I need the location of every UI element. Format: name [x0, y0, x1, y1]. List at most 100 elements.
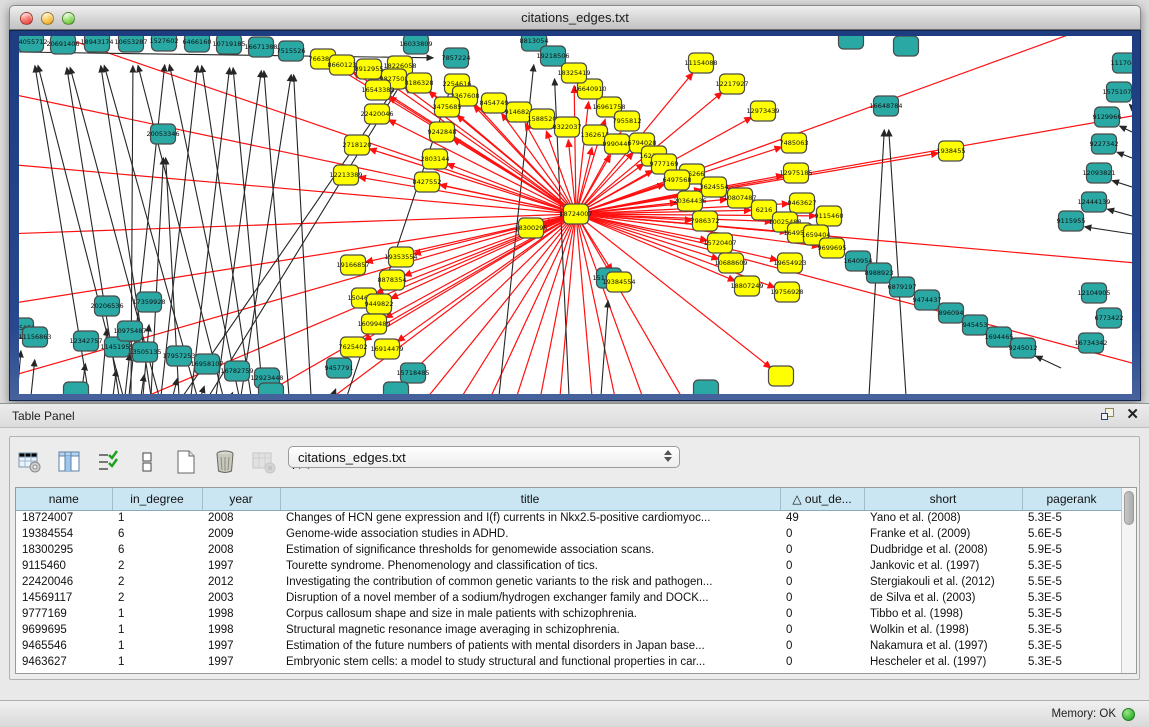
network-node[interactable]: 17359928: [132, 292, 165, 312]
network-node[interactable]: 18807249: [730, 276, 763, 296]
table-row[interactable]: 977716911998Corpus callosum shape and si…: [16, 606, 1121, 622]
network-node[interactable]: [894, 36, 919, 56]
network-node[interactable]: [259, 383, 284, 394]
network-node[interactable]: 1938455: [937, 141, 966, 161]
network-node[interactable]: 16734342: [1074, 333, 1107, 353]
table-row[interactable]: 911546021997Tourette syndrome. Phenomeno…: [16, 558, 1121, 574]
network-node[interactable]: 9463627: [788, 193, 817, 213]
minimize-window-icon[interactable]: [41, 12, 54, 25]
network-node[interactable]: 15720407: [703, 233, 736, 253]
network-node[interactable]: 15718485: [396, 363, 429, 383]
column-header-in-degree[interactable]: in_degree: [112, 488, 202, 510]
close-window-icon[interactable]: [20, 12, 33, 25]
network-node[interactable]: 10719185: [212, 36, 245, 54]
network-node[interactable]: 12444139: [1077, 192, 1110, 212]
column-chooser-icon[interactable]: [55, 448, 83, 476]
network-node[interactable]: 12217927: [715, 74, 748, 94]
table-row[interactable]: 946554611997Estimation of the future num…: [16, 638, 1121, 654]
network-node[interactable]: 11156863: [19, 327, 52, 347]
network-node[interactable]: 9474437: [913, 290, 942, 310]
column-header-out-de-[interactable]: △ out_de...: [780, 488, 864, 510]
network-node[interactable]: 6879197: [888, 277, 917, 297]
network-node[interactable]: 18325419: [557, 63, 590, 83]
new-table-icon[interactable]: [172, 448, 200, 476]
network-node[interactable]: 12213389: [329, 165, 362, 185]
network-node[interactable]: 19166857: [336, 255, 369, 275]
network-node[interactable]: 896094: [939, 303, 964, 323]
network-node[interactable]: 12342757: [69, 331, 102, 351]
network-node[interactable]: 16099489: [357, 314, 390, 334]
network-node[interactable]: 20206536: [90, 296, 123, 316]
network-node[interactable]: 3624554: [700, 177, 729, 197]
network-node[interactable]: 16543382: [361, 80, 394, 100]
network-node[interactable]: 6773422: [1095, 308, 1124, 328]
table-vertical-scrollbar[interactable]: [1121, 488, 1136, 673]
network-node[interactable]: 9699695: [818, 238, 847, 258]
network-node[interactable]: 9449822: [365, 294, 394, 314]
network-node[interactable]: 16671388: [244, 37, 277, 57]
network-node[interactable]: [384, 382, 409, 394]
network-node[interactable]: 14055712: [19, 36, 48, 52]
network-node[interactable]: 7986372: [691, 211, 720, 231]
table-row[interactable]: 969969511998Structural magnetic resonanc…: [16, 622, 1121, 638]
scrollbar-thumb[interactable]: [1124, 491, 1134, 525]
row-height-icon[interactable]: [133, 448, 161, 476]
table-select-dropdown[interactable]: citations_edges.txt: [288, 446, 680, 468]
network-node[interactable]: [839, 36, 864, 49]
network-node[interactable]: [769, 366, 794, 386]
network-node-hub[interactable]: 18724007: [559, 204, 592, 224]
network-node[interactable]: 19353554: [384, 247, 417, 267]
network-node[interactable]: 8186328: [405, 73, 434, 93]
network-node[interactable]: 9115955: [1057, 211, 1086, 231]
network-node[interactable]: 7625402: [339, 337, 368, 357]
network-node[interactable]: [64, 382, 89, 394]
column-header-title[interactable]: title: [280, 488, 780, 510]
network-node[interactable]: 20053346: [146, 124, 179, 144]
window-titlebar[interactable]: citations_edges.txt: [9, 5, 1141, 30]
network-node[interactable]: 12093821: [1082, 163, 1115, 183]
float-panel-icon[interactable]: [1101, 407, 1116, 422]
network-node[interactable]: 1527602: [150, 36, 179, 51]
network-node[interactable]: 19384554: [602, 272, 635, 292]
network-node[interactable]: 8878354: [378, 270, 407, 290]
network-node[interactable]: 20691406: [46, 36, 79, 54]
network-node[interactable]: 10975487: [113, 321, 146, 341]
column-header-pagerank[interactable]: pagerank: [1022, 488, 1121, 510]
table-row[interactable]: 2242004622012Investigating the contribut…: [16, 574, 1121, 590]
network-node[interactable]: 20364436: [673, 191, 706, 211]
network-node[interactable]: 10653287: [114, 36, 147, 52]
table-settings-icon[interactable]: [16, 448, 44, 476]
network-canvas[interactable]: 140557122069140618943174106532871527602 6…: [19, 36, 1132, 394]
network-node[interactable]: 1588520: [528, 109, 557, 129]
network-node[interactable]: 10688609: [714, 253, 747, 273]
network-node[interactable]: 8454749: [480, 93, 509, 113]
network-node[interactable]: [694, 380, 719, 394]
network-node[interactable]: 17957253: [162, 346, 195, 366]
network-node[interactable]: 9129966: [1093, 107, 1122, 127]
network-node[interactable]: 6497568: [663, 170, 692, 190]
network-node[interactable]: 945453: [963, 315, 988, 335]
network-node[interactable]: 13505135: [128, 342, 161, 362]
network-node[interactable]: 6466160: [183, 36, 212, 52]
network-node[interactable]: 8660123: [328, 55, 357, 75]
network-node[interactable]: 7515526: [277, 41, 306, 61]
network-node[interactable]: 11154088: [684, 53, 717, 73]
close-panel-icon[interactable]: ✕: [1126, 407, 1139, 422]
network-node[interactable]: 16033809: [399, 36, 432, 54]
network-node[interactable]: 1117045: [1111, 53, 1132, 73]
network-node[interactable]: 18943174: [80, 36, 113, 52]
delete-rows-icon[interactable]: [211, 448, 239, 476]
network-node[interactable]: 8427552: [413, 172, 442, 192]
table-row[interactable]: 946362711997Embryonic stem cells: a mode…: [16, 654, 1121, 670]
table-row[interactable]: 1456911722003Disruption of a novel membe…: [16, 590, 1121, 606]
column-header-name[interactable]: name: [16, 488, 112, 510]
network-node[interactable]: 8912955: [355, 59, 384, 79]
network-node[interactable]: 8322037: [553, 117, 582, 137]
network-node[interactable]: 12975185: [779, 163, 812, 183]
column-header-year[interactable]: year: [202, 488, 280, 510]
network-node[interactable]: 12104905: [1077, 283, 1110, 303]
zoom-window-icon[interactable]: [62, 12, 75, 25]
network-node[interactable]: 12973439: [746, 101, 779, 121]
network-node[interactable]: 7955812: [613, 111, 642, 131]
network-node[interactable]: 9990448: [603, 134, 632, 154]
